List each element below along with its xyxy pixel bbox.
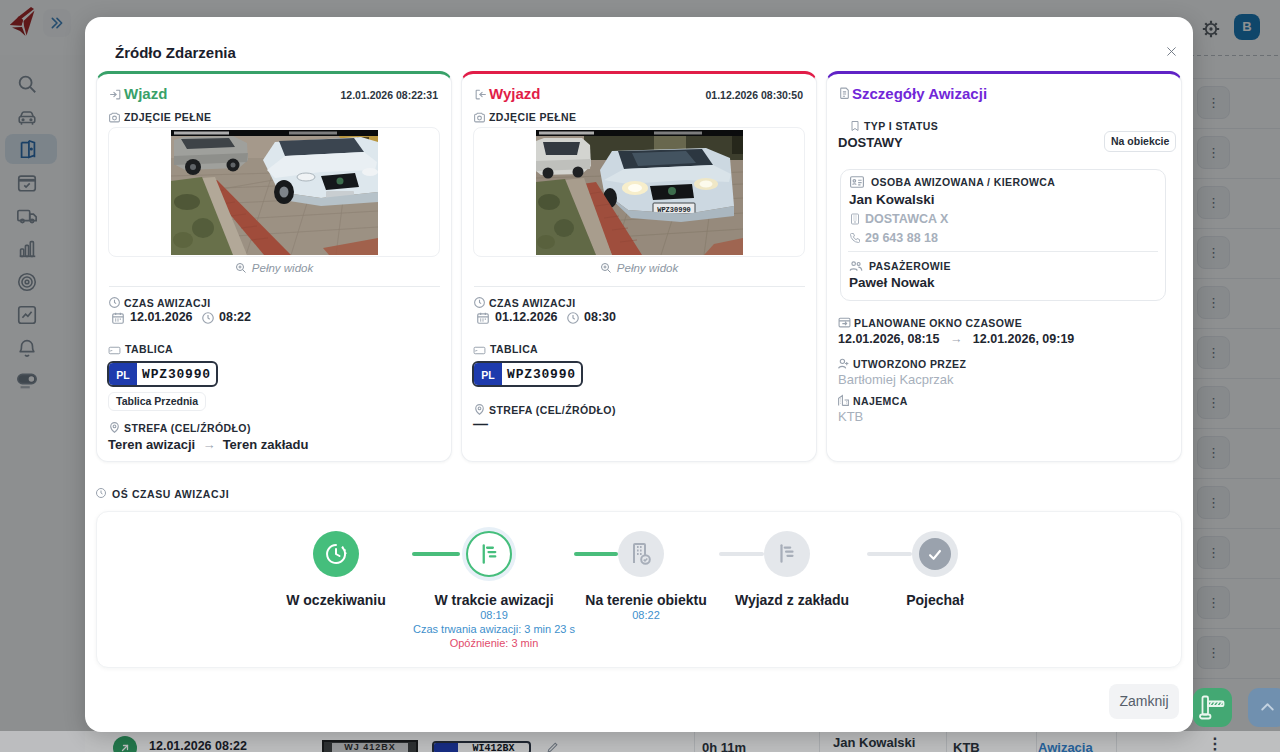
svg-text:WPZ30990: WPZ30990 [657, 206, 691, 214]
